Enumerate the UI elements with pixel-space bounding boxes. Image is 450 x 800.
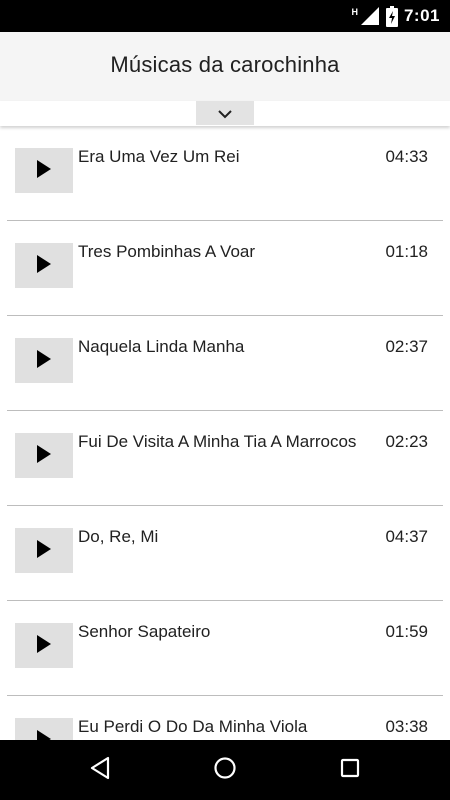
song-list: Era Uma Vez Um Rei 04:33 Tres Pombinhas … — [0, 126, 450, 740]
song-title: Era Uma Vez Um Rei — [78, 147, 240, 166]
song-duration: 03:38 — [385, 717, 428, 736]
list-item[interactable]: Do, Re, Mi 04:37 — [0, 506, 450, 601]
song-duration: 01:18 — [385, 242, 428, 261]
song-title: Fui De Visita A Minha Tia A Marrocos — [78, 432, 357, 451]
play-button[interactable] — [15, 243, 73, 288]
list-item[interactable]: Eu Perdi O Do Da Minha Viola 03:38 — [0, 696, 450, 740]
list-item[interactable]: Tres Pombinhas A Voar 01:18 — [0, 221, 450, 316]
home-button[interactable] — [185, 740, 265, 800]
list-item[interactable]: Senhor Sapateiro 01:59 — [0, 601, 450, 696]
recents-square-icon — [339, 757, 361, 783]
battery-icon — [385, 5, 398, 27]
list-item[interactable]: Era Uma Vez Um Rei 04:33 — [0, 126, 450, 221]
play-icon — [36, 729, 52, 740]
play-icon — [36, 444, 52, 467]
play-icon — [36, 539, 52, 562]
back-triangle-icon — [89, 756, 111, 784]
song-title: Do, Re, Mi — [78, 527, 159, 546]
network-type-badge: H — [351, 7, 358, 17]
status-bar: H 7:01 — [0, 0, 450, 32]
song-title: Senhor Sapateiro — [78, 622, 211, 641]
play-button[interactable] — [15, 718, 73, 740]
back-button[interactable] — [60, 740, 140, 800]
list-item[interactable]: Fui De Visita A Minha Tia A Marrocos 02:… — [0, 411, 450, 506]
play-button[interactable] — [15, 338, 73, 383]
chevron-down-icon — [217, 104, 233, 123]
home-circle-icon — [213, 756, 237, 784]
song-duration: 01:59 — [385, 622, 428, 641]
status-time: 7:01 — [403, 6, 440, 25]
navigation-bar — [0, 740, 450, 800]
song-title: Tres Pombinhas A Voar — [78, 242, 256, 261]
song-duration: 04:37 — [385, 527, 428, 546]
play-icon — [36, 349, 52, 372]
list-item[interactable]: Naquela Linda Manha 02:37 — [0, 316, 450, 411]
song-duration: 02:37 — [385, 337, 428, 356]
play-button[interactable] — [15, 623, 73, 668]
page-title: Músicas da carochinha — [110, 52, 340, 77]
play-button[interactable] — [15, 528, 73, 573]
play-button[interactable] — [15, 148, 73, 193]
app-bar: Músicas da carochinha — [0, 32, 450, 101]
play-button[interactable] — [15, 433, 73, 478]
play-icon — [36, 634, 52, 657]
expand-button[interactable] — [196, 101, 254, 125]
play-icon — [36, 254, 52, 277]
status-icons: H 7:01 — [351, 0, 440, 32]
song-title: Naquela Linda Manha — [78, 337, 245, 356]
signal-icon — [360, 6, 380, 26]
screen: H 7:01 Músicas da carochinha Era Uma Vez… — [0, 0, 450, 800]
song-title: Eu Perdi O Do Da Minha Viola — [78, 717, 308, 736]
play-icon — [36, 159, 52, 182]
song-duration: 02:23 — [385, 432, 428, 451]
song-duration: 04:33 — [385, 147, 428, 166]
recents-button[interactable] — [310, 740, 390, 800]
